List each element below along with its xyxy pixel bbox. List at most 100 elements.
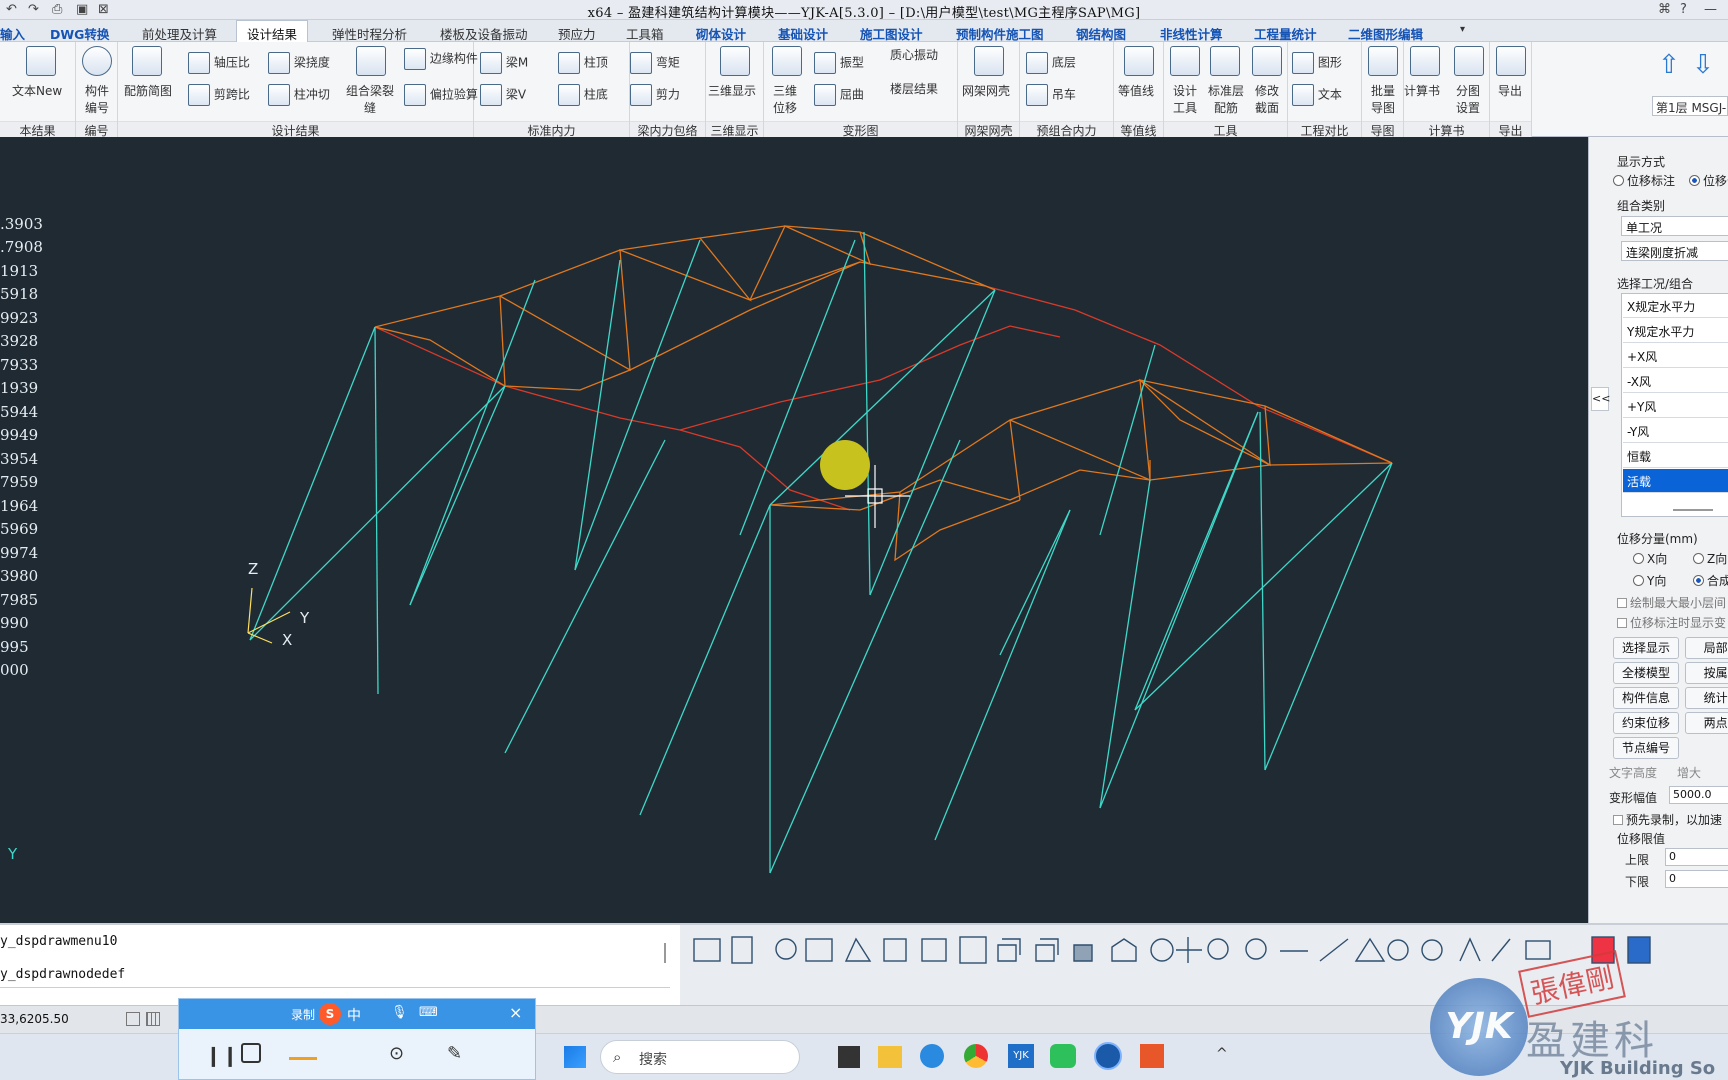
case-item[interactable]: +Y风 <box>1623 394 1728 418</box>
grid-icon[interactable] <box>146 1012 160 1026</box>
webcam-icon[interactable]: ⊙ <box>389 1043 404 1064</box>
case-item[interactable]: +X风 <box>1623 344 1728 368</box>
column-bottom-button[interactable]: 柱底 <box>558 84 608 106</box>
wechat-icon[interactable] <box>1050 1044 1076 1068</box>
folder-icon[interactable] <box>878 1046 902 1068</box>
text-new-button[interactable]: 文本New <box>12 82 62 99</box>
grid-shell-button[interactable]: 网架网壳 <box>962 82 1010 99</box>
menu-more-icon[interactable]: ▾ <box>1460 24 1465 35</box>
constraint-disp-button[interactable]: 约束位移 <box>1613 712 1679 734</box>
pin-icon[interactable]: ⌘ <box>1658 2 1671 17</box>
stop-icon[interactable] <box>241 1043 261 1063</box>
case-item[interactable]: -X风 <box>1623 369 1728 393</box>
yjk-app-icon[interactable]: YJK <box>1008 1044 1034 1068</box>
tab-foundation[interactable]: 基础设计 <box>778 24 828 43</box>
centroid-vibration-button[interactable]: 质心振动 <box>890 46 950 63</box>
3d-displacement-button[interactable]: 三维位移 <box>770 82 800 116</box>
tab-drawing[interactable]: 施工图设计 <box>860 24 923 43</box>
composite-crack-button[interactable]: 组合梁裂缝 <box>344 82 396 116</box>
structure-3d-view[interactable] <box>0 137 1588 923</box>
case-item[interactable]: Y规定水平力 <box>1623 319 1728 343</box>
tab-precast[interactable]: 预制构件施工图 <box>956 24 1044 43</box>
show-deform-checkbox[interactable]: 位移标注时显示变 <box>1617 614 1726 631</box>
two-point-button[interactable]: 两点! <box>1685 712 1728 734</box>
scrollbar[interactable] <box>664 943 666 963</box>
component-z[interactable]: Z向 <box>1693 550 1727 567</box>
start-icon[interactable] <box>564 1046 586 1068</box>
buckling-button[interactable]: 屈曲 <box>814 84 864 106</box>
help-icon[interactable]: ? <box>1680 2 1687 17</box>
pause-icon[interactable]: ❙❙ <box>205 1043 239 1067</box>
ime-mode[interactable]: 中 <box>347 1005 361 1025</box>
model-canvas[interactable]: Z Y X Y <box>0 137 1588 923</box>
column-top-button[interactable]: 柱顶 <box>558 52 608 74</box>
shear-span-button[interactable]: 剪跨比 <box>188 84 250 106</box>
beam-v-button[interactable]: 梁V <box>480 84 526 106</box>
std-floor-rebar-button[interactable]: 标准层配筋 <box>1206 82 1246 116</box>
minimize-icon[interactable]: — <box>1704 2 1717 17</box>
case-item[interactable]: -Y风 <box>1623 419 1728 443</box>
export-button[interactable]: 导出 <box>1498 82 1522 99</box>
search-box[interactable]: ⌕ 搜索 <box>600 1040 800 1074</box>
batch-export-button[interactable]: 批量导图 <box>1368 82 1398 116</box>
deform-amp-input[interactable]: 5000.0 <box>1669 786 1728 804</box>
component-total[interactable]: 合成 <box>1693 572 1728 589</box>
lower-limit-input[interactable]: 0 <box>1665 870 1728 888</box>
edge-browser-icon[interactable] <box>920 1044 944 1068</box>
select-display-button[interactable]: 选择显示 <box>1613 637 1679 659</box>
member-info-button[interactable]: 构件信息 <box>1613 687 1679 709</box>
tab-prestress[interactable]: 预应力 <box>558 24 596 43</box>
compare-graph-button[interactable]: 图形 <box>1292 52 1342 74</box>
tab-design-results[interactable]: 设计结果 <box>236 20 309 42</box>
mode-shape-button[interactable]: 振型 <box>814 52 864 74</box>
floor-selector[interactable]: 第1层 MSGJ- <box>1652 96 1728 116</box>
floor-results-button[interactable]: 楼层结果 <box>890 80 950 97</box>
text-height-increase[interactable]: 增大 <box>1677 764 1701 781</box>
punching-button[interactable]: 柱冲切 <box>268 84 330 106</box>
collapse-panel-button[interactable]: << <box>1591 387 1610 411</box>
upper-limit-input[interactable]: 0 <box>1665 848 1728 866</box>
beam-deflection-button[interactable]: 梁挠度 <box>268 52 330 74</box>
report-button[interactable]: 计算书 <box>1404 82 1440 99</box>
3d-display-button[interactable]: 三维显示 <box>708 82 756 99</box>
full-model-button[interactable]: 全楼模型 <box>1613 662 1679 684</box>
tray-chevron-icon[interactable]: ^ <box>1216 1046 1228 1062</box>
member-number-button[interactable]: 构件编号 <box>82 82 112 116</box>
keyboard-icon[interactable]: ⌨ <box>419 1005 438 1020</box>
component-x[interactable]: X向 <box>1633 550 1667 567</box>
local-button[interactable]: 局部! <box>1685 637 1728 659</box>
edge-member-button[interactable]: 边缘构件 <box>404 48 478 70</box>
snap-icon[interactable] <box>126 1012 140 1026</box>
tab-dwg[interactable]: DWG转换 <box>50 24 109 43</box>
tab-toolbox[interactable]: 工具箱 <box>626 24 664 43</box>
floor-up-icon[interactable]: ⇧ <box>1658 50 1680 80</box>
case-item-selected[interactable]: 活载 <box>1623 469 1728 493</box>
chrome-icon[interactable] <box>964 1044 988 1068</box>
case-item[interactable]: X规定水平力 <box>1623 294 1728 318</box>
tab-nonlinear[interactable]: 非线性计算 <box>1160 24 1223 43</box>
contour-button[interactable]: 等值线 <box>1118 82 1154 99</box>
by-attribute-button[interactable]: 按属! <box>1685 662 1728 684</box>
split-setting-button[interactable]: 分图设置 <box>1452 82 1484 116</box>
base-force-button[interactable]: 底层 <box>1026 52 1076 74</box>
tab-floor-vibration[interactable]: 楼板及设备振动 <box>440 24 528 43</box>
tab-steel[interactable]: 钢结构图 <box>1076 24 1126 43</box>
draw-minmax-checkbox[interactable]: 绘制最大最小层间 <box>1617 594 1726 611</box>
tab-preprocess[interactable]: 前处理及计算 <box>142 24 217 43</box>
axial-ratio-button[interactable]: 轴压比 <box>188 52 250 74</box>
tab-masonry[interactable]: 砌体设计 <box>696 24 746 43</box>
taskview-icon[interactable] <box>838 1046 860 1068</box>
display-opt-1[interactable]: 位移标注 <box>1613 172 1675 189</box>
modify-section-button[interactable]: 修改截面 <box>1250 82 1284 116</box>
tab-input[interactable]: 输入 <box>0 24 25 43</box>
rebar-button[interactable]: 配筋简图 <box>124 82 172 99</box>
compare-text-button[interactable]: 文本 <box>1292 84 1342 106</box>
statistics-button[interactable]: 统计! <box>1685 687 1728 709</box>
case-item[interactable]: 恒载 <box>1623 444 1728 468</box>
tension-check-button[interactable]: 偏拉验算 <box>404 84 478 106</box>
display-opt-2[interactable]: 位移云 <box>1689 172 1728 189</box>
shear-envelope-button[interactable]: 剪力 <box>630 84 680 106</box>
prerecord-checkbox[interactable]: 预先录制，以加速 <box>1613 811 1722 828</box>
app-icon[interactable] <box>1140 1044 1164 1068</box>
moment-envelope-button[interactable]: 弯矩 <box>630 52 680 74</box>
